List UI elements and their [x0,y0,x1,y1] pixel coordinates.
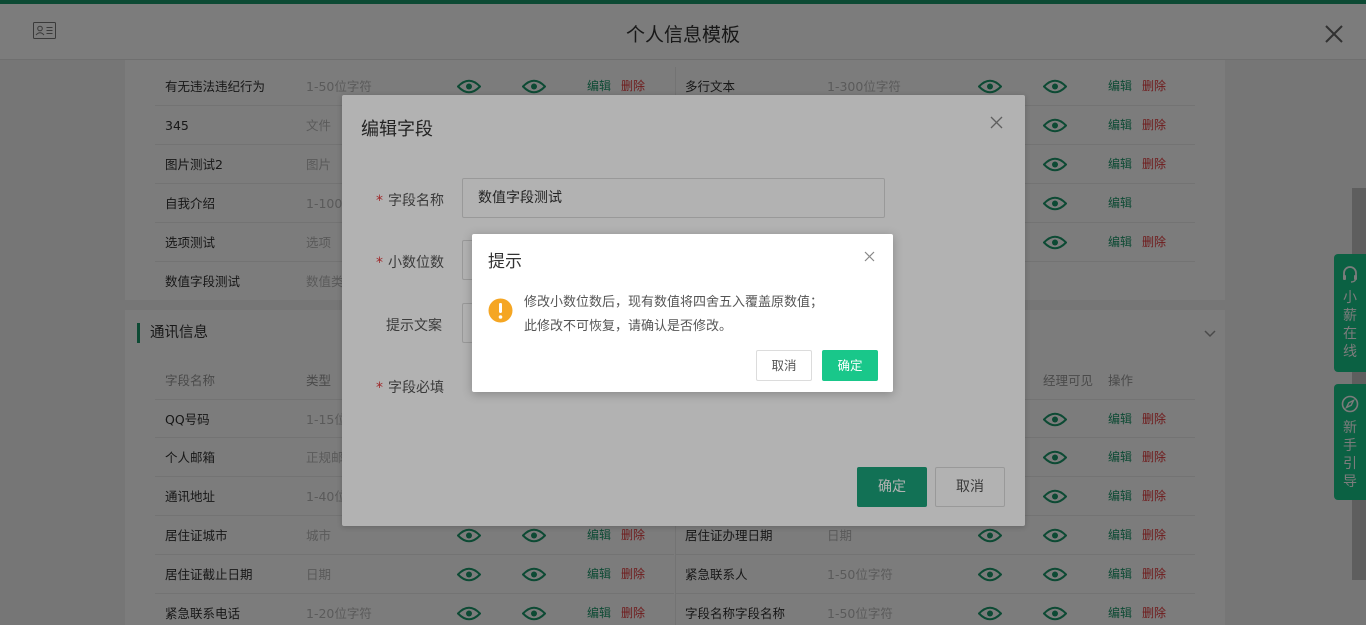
confirm-title: 提示 [488,252,522,272]
confirm-message-line1: 修改小数位数后，现有数值将四舍五入覆盖原数值； [524,295,824,310]
confirm-dialog: 提示 修改小数位数后，现有数值将四舍五入覆盖原数值； 此修改不可恢复，请确认是否… [472,234,893,392]
warning-icon [488,298,513,323]
cancel-button[interactable]: 取消 [756,350,812,381]
confirm-message-line2: 此修改不可恢复，请确认是否修改。 [524,319,733,334]
close-icon[interactable] [864,251,875,262]
ok-button[interactable]: 确定 [822,350,878,381]
